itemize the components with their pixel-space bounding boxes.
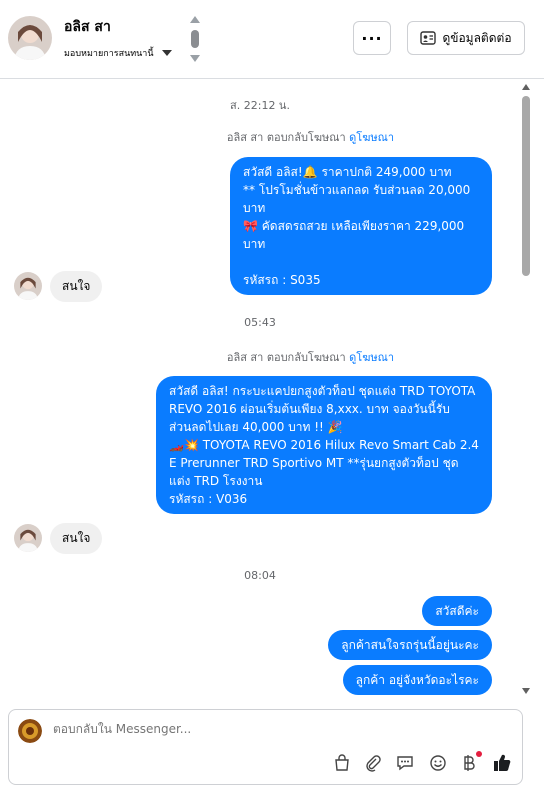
- thread-scrollbar[interactable]: [520, 82, 532, 694]
- view-ad-link[interactable]: ดูโฆษณา: [349, 131, 394, 144]
- timestamp: ส. 22:12 น.: [230, 99, 290, 112]
- contact-avatar-small[interactable]: [14, 524, 42, 552]
- page-avatar: [18, 719, 42, 743]
- ad-reply-text: อลิส สา ตอบกลับโฆษณา: [226, 351, 346, 364]
- outgoing-ad-message[interactable]: สวัสดี อลิส! กระบะแคปยกสูงตัวท็อป ชุดแต่…: [156, 376, 492, 514]
- baht-payment-icon[interactable]: [458, 751, 482, 774]
- reply-composer: [8, 709, 523, 785]
- outgoing-ad-message[interactable]: สวัสดี อลิส!🔔 ราคาปกติ 249,000 บาท ** โป…: [230, 157, 492, 295]
- more-options-icon: ···: [361, 28, 383, 48]
- scroll-thumb[interactable]: [522, 96, 530, 276]
- timestamp: 08:04: [244, 569, 276, 582]
- chevron-down-icon: [161, 50, 172, 56]
- outgoing-message[interactable]: สวัสดีค่ะ: [422, 596, 492, 626]
- view-contact-label: ดูข้อมูลติดต่อ: [442, 30, 512, 45]
- view-contact-info-button[interactable]: ดูข้อมูลติดต่อ: [407, 21, 525, 55]
- arrow-up-icon[interactable]: [190, 16, 200, 23]
- saved-reply-icon[interactable]: [394, 752, 416, 774]
- contact-card-icon: [420, 31, 437, 45]
- outgoing-message[interactable]: ลูกค้า อยู่จังหวัดอะไรคะ: [342, 665, 492, 695]
- scroll-down-icon[interactable]: [522, 688, 530, 694]
- timestamp: 05:43: [244, 316, 276, 329]
- assign-label: มอบหมายการสนทนานี้: [64, 49, 154, 59]
- message-thread[interactable]: ส. 22:12 น. อลิส สา ตอบกลับโฆษณา ดูโฆษณา…: [0, 80, 544, 700]
- outgoing-message[interactable]: ลูกค้าสนใจรถรุ่นนี้อยู่นะคะ: [328, 630, 492, 660]
- notification-dot: [476, 751, 482, 757]
- ad-reply-note: อลิส สา ตอบกลับโฆษณา ดูโฆษณา: [227, 128, 394, 146]
- shopping-bag-icon[interactable]: [331, 752, 353, 774]
- ad-reply-text: อลิส สา ตอบกลับโฆษณา: [226, 131, 346, 144]
- incoming-message[interactable]: สนใจ: [50, 271, 103, 302]
- contact-avatar-small[interactable]: [14, 272, 42, 300]
- ad-reply-note: อลิส สา ตอบกลับโฆษณา ดูโฆษณา: [227, 348, 394, 366]
- scroll-up-icon[interactable]: [522, 84, 530, 90]
- assign-conversation-dropdown[interactable]: มอบหมายการสนทนานี้: [64, 46, 172, 60]
- incoming-message[interactable]: สนใจ: [50, 523, 103, 554]
- contact-avatar[interactable]: [8, 16, 52, 60]
- more-options-button[interactable]: ···: [353, 21, 391, 55]
- conversation-nav-scroller[interactable]: [188, 16, 202, 62]
- message-input[interactable]: [53, 722, 453, 736]
- arrow-down-icon[interactable]: [190, 55, 200, 62]
- like-icon[interactable]: [491, 752, 513, 774]
- nav-scroll-thumb[interactable]: [191, 30, 199, 48]
- view-ad-link[interactable]: ดูโฆษณา: [349, 351, 394, 364]
- contact-name[interactable]: อลิส สา: [64, 16, 111, 38]
- conversation-header: อลิส สา มอบหมายการสนทนานี้ ··· ดูข้อมูลต…: [0, 0, 544, 79]
- emoji-icon[interactable]: [427, 752, 449, 774]
- attachment-icon[interactable]: [362, 752, 384, 774]
